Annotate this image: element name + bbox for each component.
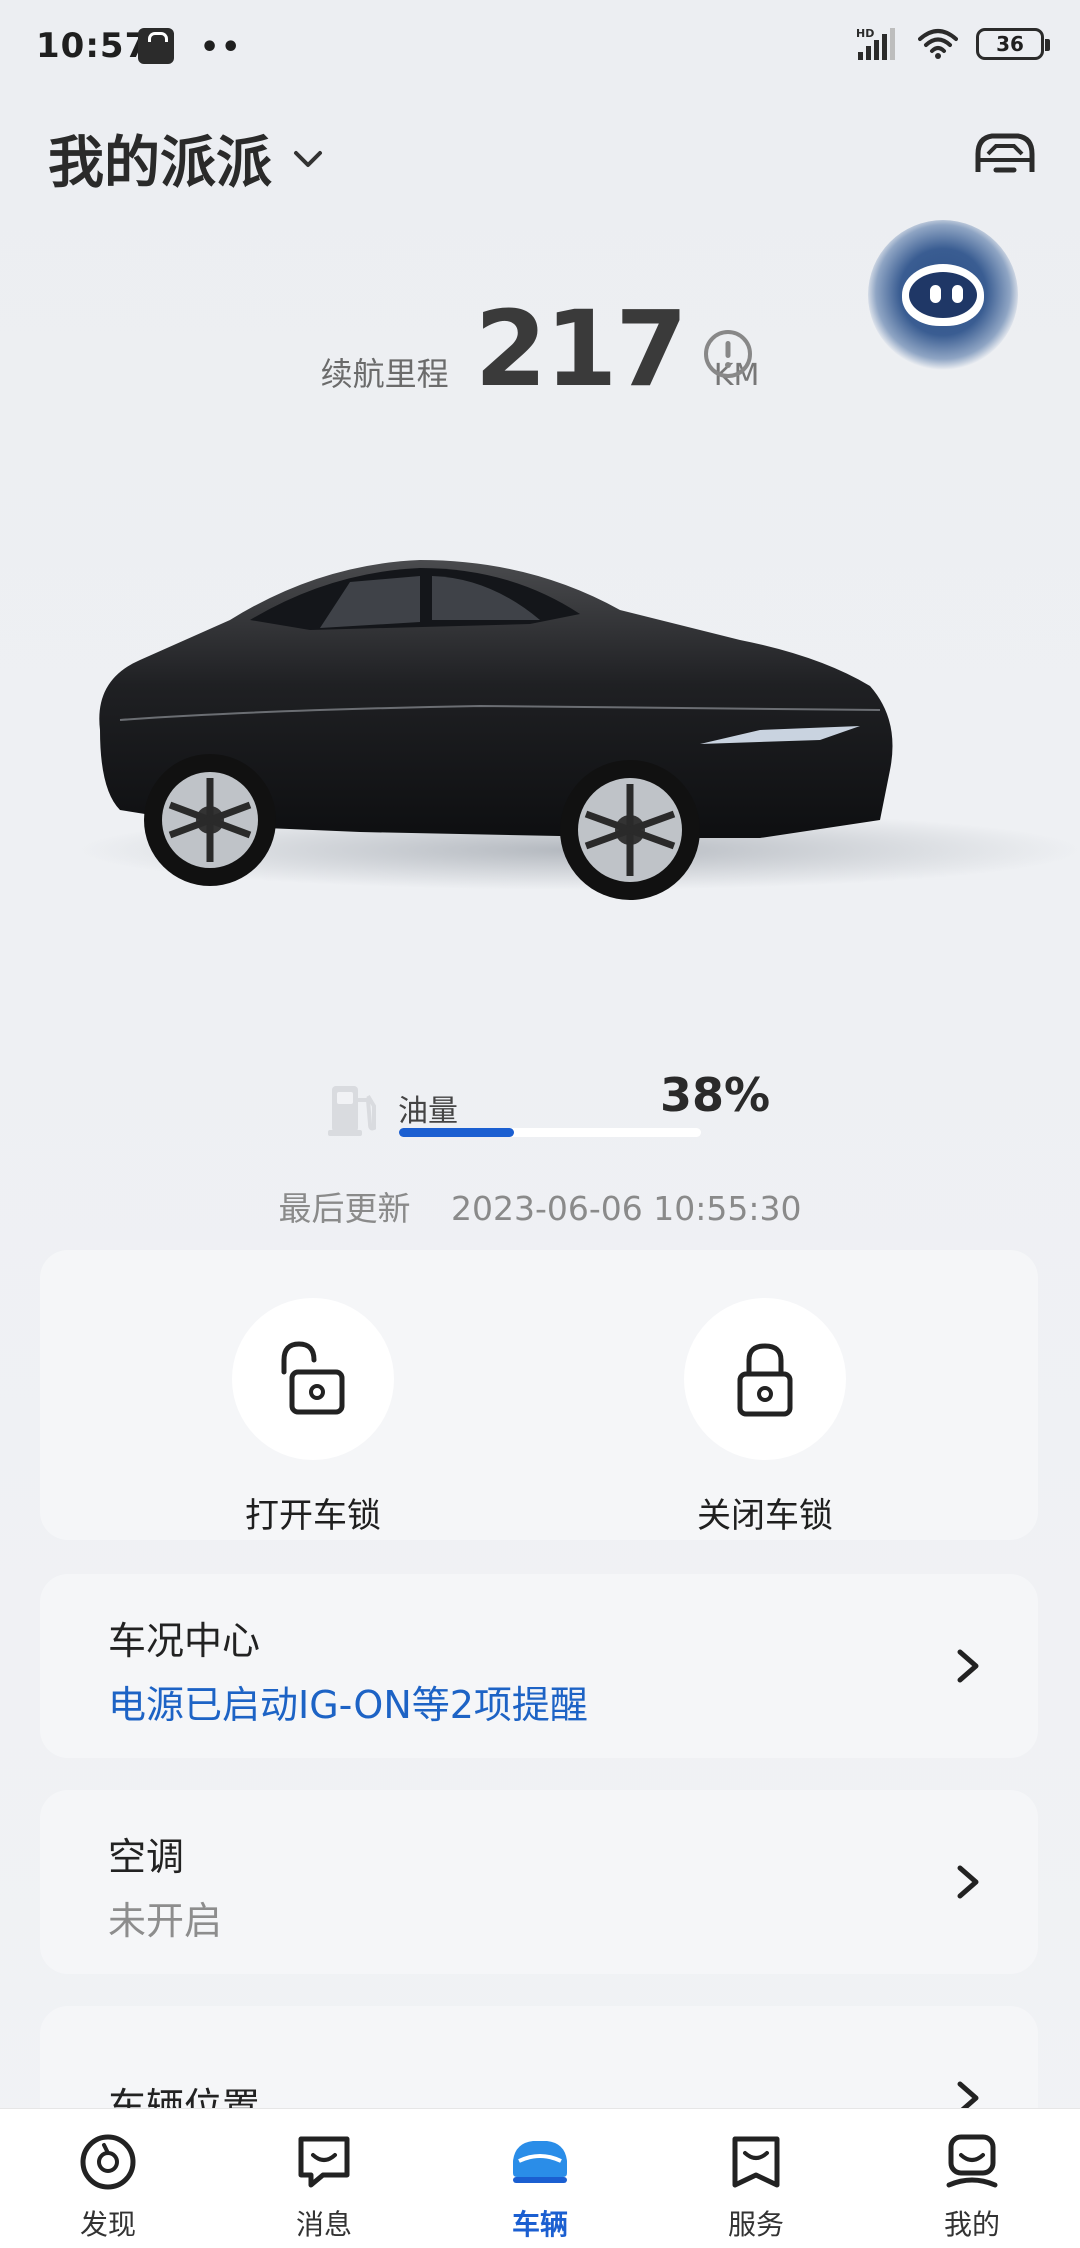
fuel-label: 油量 (398, 1094, 458, 1129)
discover-icon (80, 2134, 136, 2190)
vehicle-status-title: 车况中心 (108, 1619, 261, 1663)
garage-icon[interactable] (970, 124, 1040, 184)
vehicle-status-subtitle: 电源已启动IG-ON等2项提醒 (108, 1683, 588, 1727)
nav-discover[interactable]: 发现 (0, 2109, 216, 2248)
page-title: 我的派派 (48, 131, 272, 196)
nav-messages-label: 消息 (295, 2208, 352, 2241)
network-type-label: HD (856, 27, 874, 40)
nav-services-label: 服务 (727, 2208, 784, 2241)
mi-notification-icon (138, 28, 174, 64)
chevron-right-icon (957, 1865, 979, 1899)
signal-icon: HD (856, 27, 895, 60)
notification-dots: •• (200, 30, 243, 65)
nav-messages[interactable]: 消息 (216, 2109, 432, 2248)
nav-profile-label: 我的 (943, 2208, 1000, 2241)
car-icon (513, 2141, 567, 2183)
unlock-button[interactable]: 打开车锁 (228, 1298, 398, 1537)
car-image (80, 560, 1080, 900)
last-update-time: 2023-06-06 10:55:30 (451, 1189, 802, 1228)
fuel-level-bar (399, 1128, 701, 1137)
message-icon (298, 2136, 350, 2188)
nav-vehicle-label: 车辆 (511, 2208, 568, 2241)
range-value: 217 (474, 288, 688, 410)
unlock-label: 打开车锁 (245, 1496, 381, 1536)
nav-profile[interactable]: 我的 (864, 2109, 1080, 2248)
nav-vehicle[interactable]: 车辆 (432, 2109, 648, 2248)
lock-controls-card: 打开车锁 关闭车锁 (40, 1250, 1038, 1540)
battery-indicator: 36 (976, 28, 1050, 60)
bottom-navigation: 发现 消息 车辆 服务 我的 (0, 2108, 1080, 2248)
fuel-pump-icon (328, 1086, 376, 1136)
status-time: 10:57 (36, 26, 150, 66)
last-update-label: 最后更新 (278, 1189, 411, 1228)
air-conditioning-status: 未开启 (108, 1899, 223, 1943)
service-icon (732, 2136, 780, 2188)
status-bar: 10:57 •• HD 36 (0, 0, 1080, 96)
info-icon[interactable] (702, 328, 754, 380)
vehicle-selector[interactable]: 我的派派 (48, 118, 328, 199)
fuel-percent: 38% (660, 1068, 771, 1122)
range-display: 续航里程 217 KM (0, 288, 1080, 410)
air-conditioning-card[interactable]: 空调 未开启 (40, 1790, 1038, 1974)
nav-services[interactable]: 服务 (648, 2109, 864, 2248)
profile-icon (946, 2134, 998, 2188)
lock-icon (737, 1343, 793, 1417)
lock-label: 关闭车锁 (697, 1496, 833, 1536)
range-label: 续航里程 (320, 355, 449, 393)
chevron-down-icon (294, 150, 322, 167)
lock-button[interactable]: 关闭车锁 (680, 1298, 850, 1537)
unlock-icon (281, 1341, 345, 1415)
wifi-icon (918, 29, 958, 59)
vehicle-status-card[interactable]: 车况中心 电源已启动IG-ON等2项提醒 (40, 1574, 1038, 1758)
last-update: 最后更新 2023-06-06 10:55:30 (0, 1182, 1080, 1230)
nav-discover-label: 发现 (79, 2208, 136, 2241)
fuel-level-fill (399, 1128, 514, 1137)
air-conditioning-title: 空调 (108, 1835, 185, 1879)
chevron-right-icon (957, 1649, 979, 1683)
